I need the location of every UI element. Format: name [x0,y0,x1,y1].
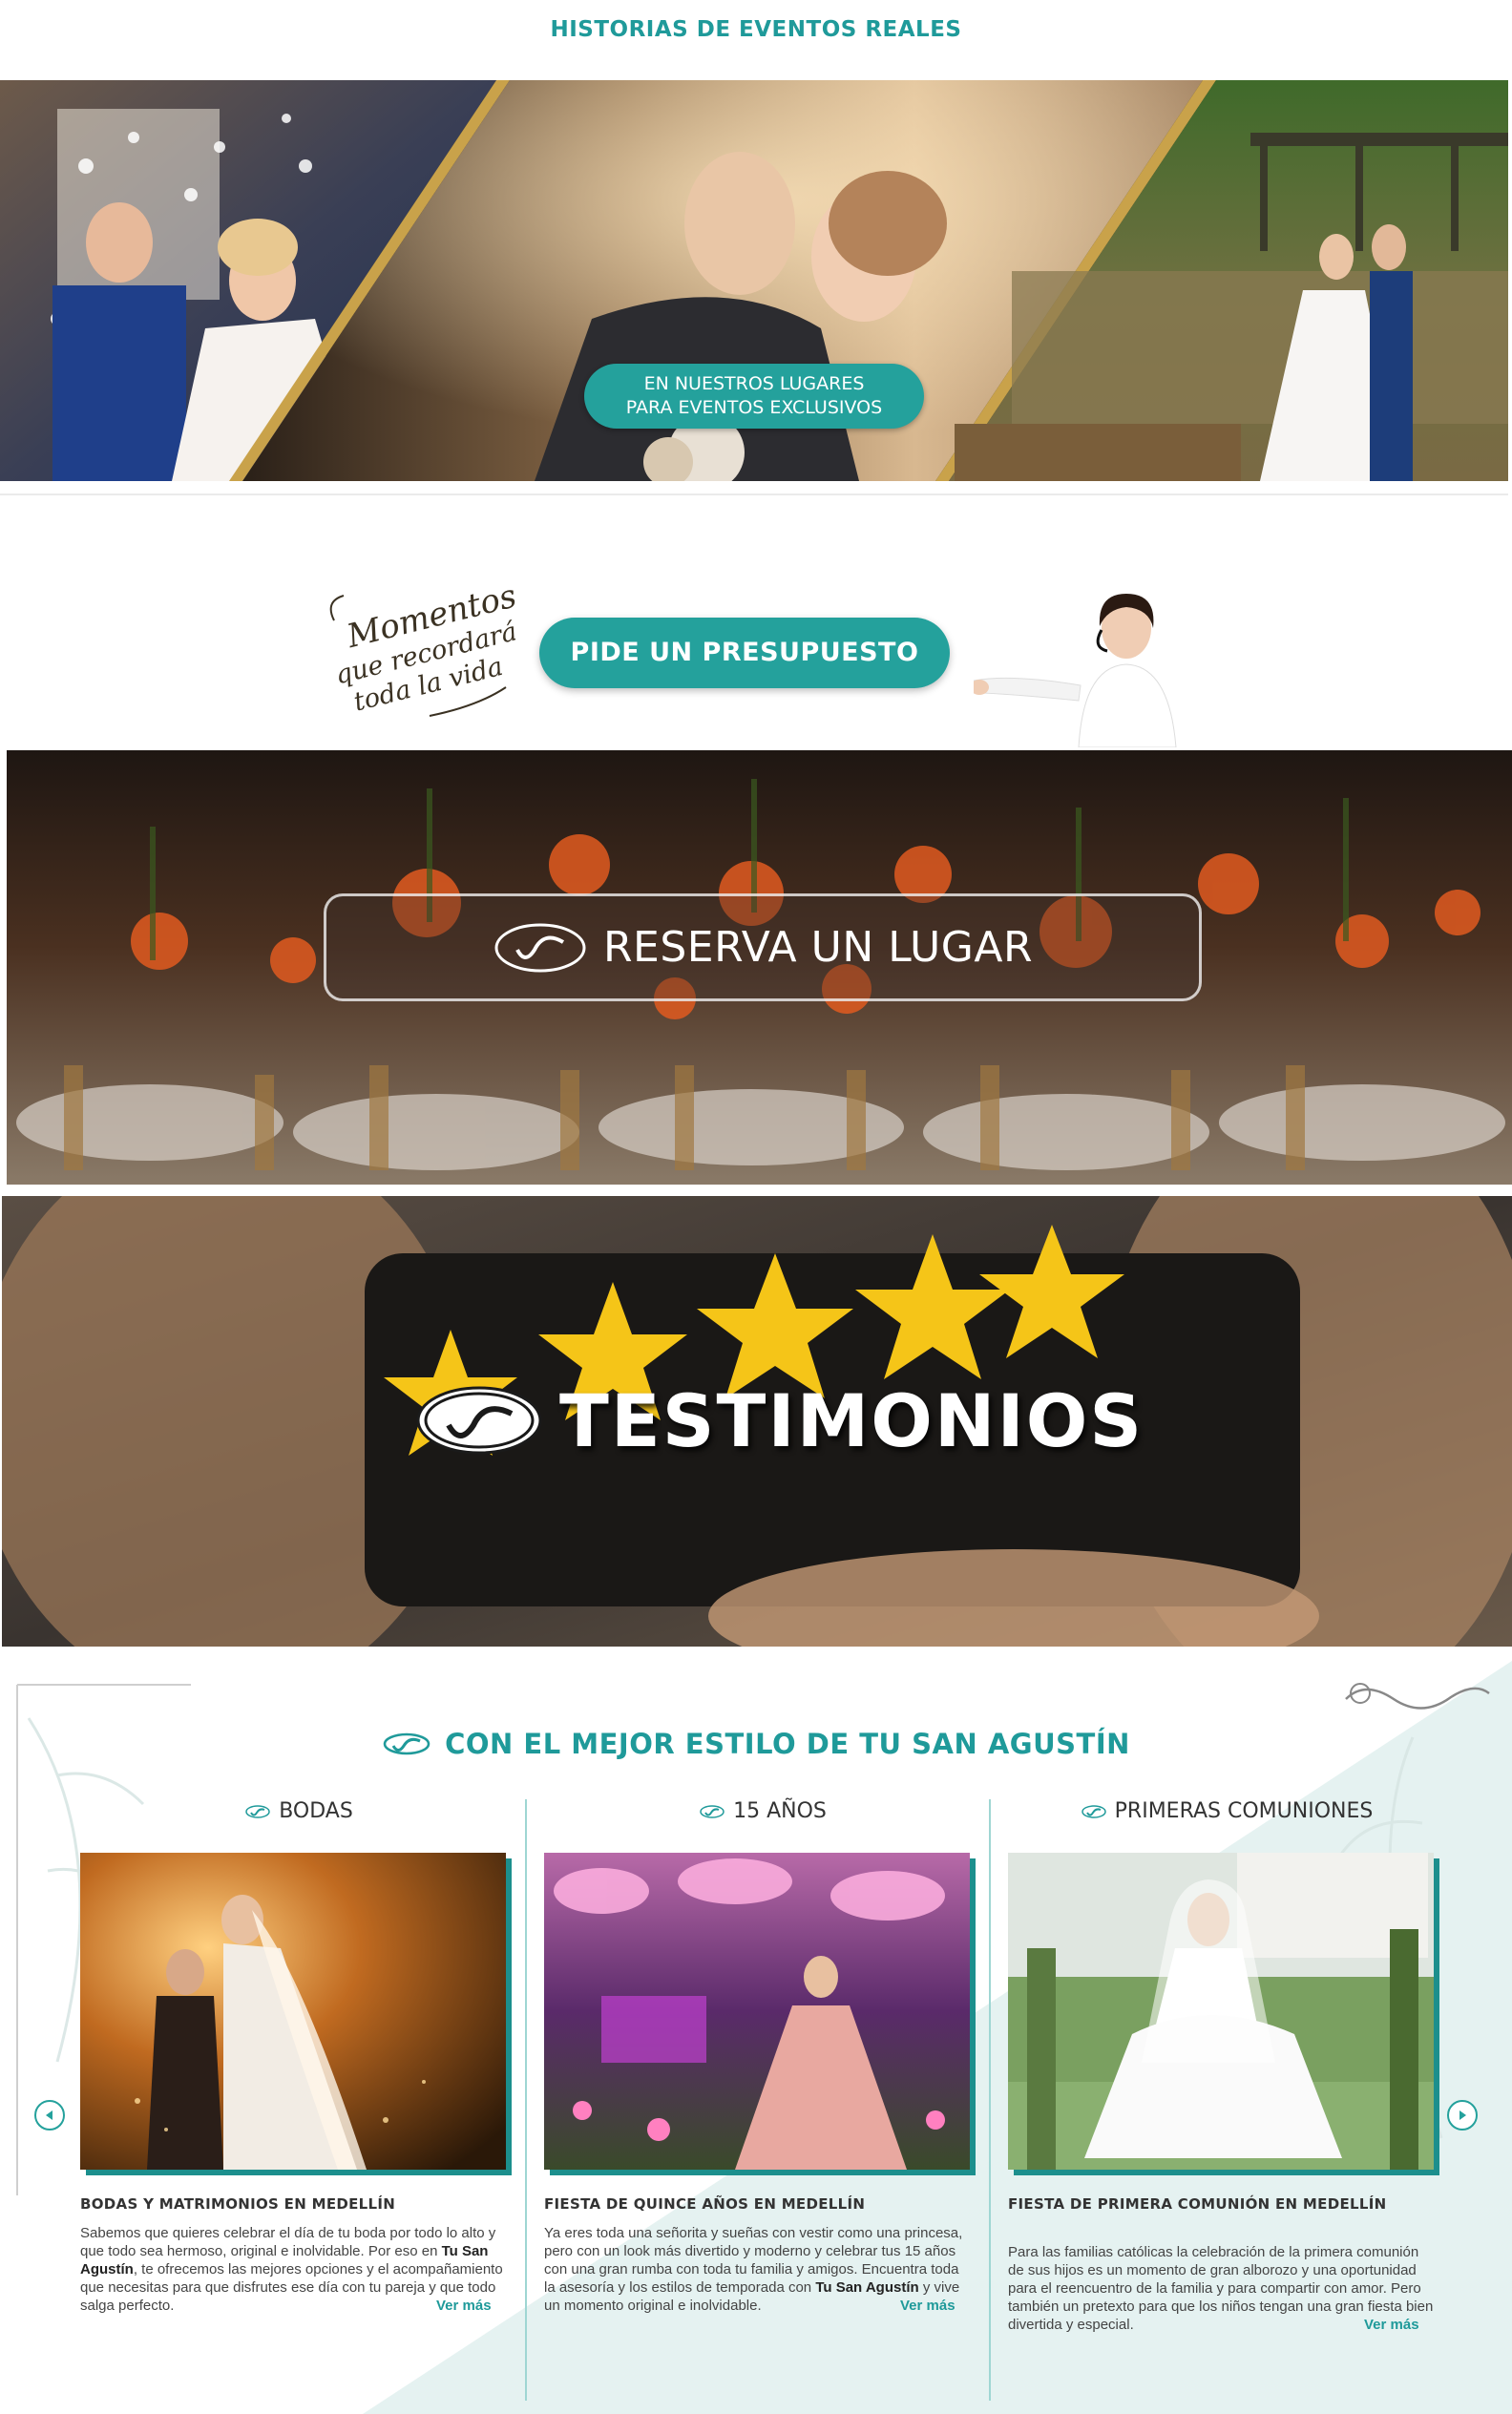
reserve-venue-banner[interactable]: RESERVA UN LUGAR [7,750,1512,1185]
carousel-next-button[interactable] [1447,2100,1478,2131]
san-agustin-logo-icon [416,1386,542,1455]
divider [0,493,1508,495]
event-card-15-anos: 15 AÑOS FIESTA DE QUINCE AÑOS EN MEDELLÍ [531,1799,995,2414]
ver-mas-link[interactable]: Ver más [436,2298,492,2314]
hero-banner[interactable]: EN NUESTROS LUGARES PARA EVENTOS EXCLUSI… [0,80,1508,481]
bodas-photo[interactable] [80,1853,506,2170]
chevron-left-icon [46,2110,52,2120]
testimonials-title: TESTIMONIOS [412,1358,1144,1482]
ver-mas-link[interactable]: Ver más [900,2298,956,2314]
ver-mas-link[interactable]: Ver más [1364,2317,1419,2333]
san-agustin-logo-icon [383,1732,430,1755]
quince-anos-photo[interactable] [544,1853,970,2170]
reserve-venue-label: RESERVA UN LUGAR [602,923,1034,972]
primera-comunion-photo[interactable] [1008,1853,1434,2170]
event-card-header-label: PRIMERAS COMUNIONES [1114,1799,1374,1823]
san-agustin-logo-icon [1081,1804,1106,1818]
banner-caption-line1: EN NUESTROS LUGARES [643,373,865,394]
testimonials-banner[interactable]: TESTIMONIOS [2,1196,1512,1647]
event-card-title: FIESTA DE PRIMERA COMUNIÓN EN MEDELLÍN [1008,2195,1387,2213]
reserve-venue-button[interactable]: RESERVA UN LUGAR [324,893,1202,1001]
event-card-header: PRIMERAS COMUNIONES [995,1799,1459,1823]
event-card-title: BODAS Y MATRIMONIOS EN MEDELLÍN [80,2195,396,2213]
event-card-primeras-comuniones: PRIMERAS COMUNIONES FIESTA DE PRIMERA CO… [995,1799,1459,2414]
banner-caption-line2: PARA EVENTOS EXCLUSIVOS [625,397,883,418]
chevron-right-icon [1460,2110,1466,2120]
event-card-title: FIESTA DE QUINCE AÑOS EN MEDELLÍN [544,2195,866,2213]
section-title: HISTORIAS DE EVENTOS REALES [550,17,962,42]
style-heading: CON EL MEJOR ESTILO DE TU SAN AGUSTÍN [0,1728,1512,1760]
event-card-header-label: BODAS [279,1799,353,1823]
momentos-script-logo: Momentos que recordarás toda la vida [329,582,515,718]
san-agustin-logo-icon [494,923,586,972]
event-card-bodas: BODAS BODAS Y MATRIMONIOS EN MEDELLÍN Sa… [67,1799,531,2414]
support-agent-image [974,594,1177,747]
style-section: CON EL MEJOR ESTILO DE TU SAN AGUSTÍN BO… [0,1661,1512,2414]
event-card-header-label: 15 AÑOS [733,1799,827,1823]
event-card-header: BODAS [67,1799,531,1823]
banner-caption-pill[interactable]: EN NUESTROS LUGARES PARA EVENTOS EXCLUSI… [584,364,924,429]
carousel-prev-button[interactable] [34,2100,65,2131]
san-agustin-logo-icon [245,1804,270,1818]
style-heading-title: CON EL MEJOR ESTILO DE TU SAN AGUSTÍN [445,1728,1130,1760]
san-agustin-logo-icon [700,1804,724,1818]
event-card-header: 15 AÑOS [531,1799,995,1823]
testimonials-label: TESTIMONIOS [559,1377,1144,1463]
request-quote-button[interactable]: PIDE UN PRESUPUESTO [539,618,950,688]
